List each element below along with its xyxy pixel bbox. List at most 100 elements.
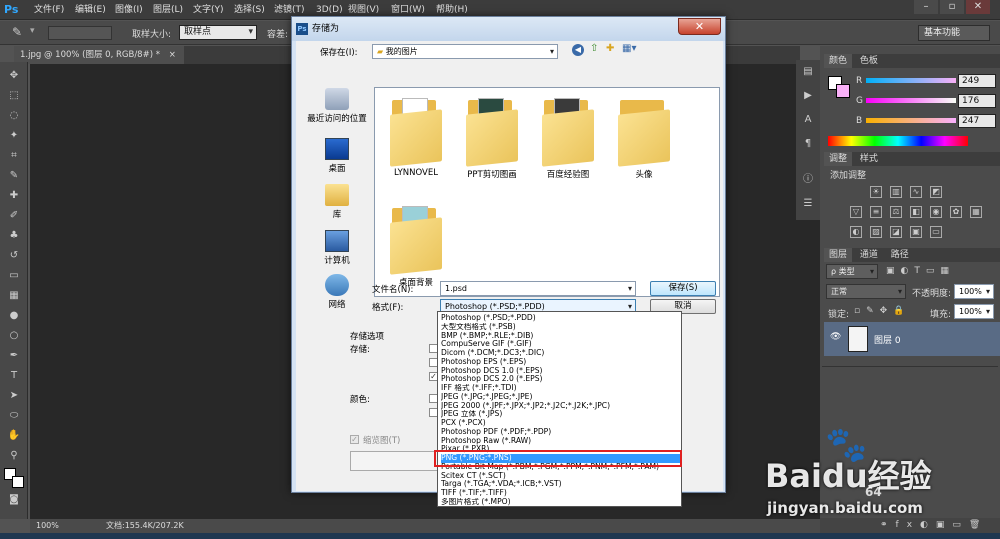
format-option[interactable]: PCX (*.PCX) [441,419,681,428]
exposure-adjust-icon[interactable]: ◩ [930,186,942,198]
opacity-input[interactable]: 100% [954,284,994,299]
vibrance-adjust-icon[interactable]: ▽ [850,206,862,218]
color-spectrum-bar[interactable] [828,136,968,146]
format-option[interactable]: JPEG (*.JPG;*.JPEG;*.JPE) [441,393,681,402]
balance-adjust-icon[interactable]: ⚖ [890,206,902,218]
blur-tool-icon[interactable]: ● [6,308,22,324]
dodge-tool-icon[interactable]: ○ [6,328,22,344]
format-option[interactable]: Photoshop PDF (*.PDF;*.PDP) [441,428,681,437]
menu-filter[interactable]: 滤镜(T) [274,4,305,16]
folder-item[interactable]: 头像 [609,96,679,186]
format-option[interactable]: BMP (*.BMP;*.RLE;*.DIB) [441,332,681,341]
levels-adjust-icon[interactable]: ▥ [890,186,902,198]
photo-filter-icon[interactable]: ◉ [930,206,942,218]
brush-tool-icon[interactable]: ✐ [6,208,22,224]
g-channel-slider[interactable] [866,98,956,103]
info-panel-icon[interactable]: ⓘ [800,172,816,188]
tab-swatches[interactable]: 色板 [855,54,883,68]
menu-help[interactable]: 帮助(H) [436,4,468,16]
stamp-tool-icon[interactable]: ♣ [6,228,22,244]
tab-color[interactable]: 颜色 [824,54,853,68]
properties-panel-icon[interactable]: ☰ [800,196,816,212]
character-panel-icon[interactable]: A [800,112,816,128]
lookup-adjust-icon[interactable]: ▦ [970,206,982,218]
tool-mode-buttons[interactable] [48,26,112,40]
b-channel-slider[interactable] [866,118,956,123]
move-tool-icon[interactable]: ✥ [6,68,22,84]
marquee-tool-icon[interactable]: ⬚ [6,88,22,104]
save-button[interactable]: 保存(S) [650,281,716,296]
gradient-tool-icon[interactable]: ▦ [6,288,22,304]
format-option[interactable]: Photoshop EPS (*.EPS) [441,358,681,367]
tab-channels[interactable]: 通道 [855,248,883,262]
blend-mode-select[interactable]: 正常 [826,284,906,299]
layer-filter-icons[interactable]: ▣◐T▭▦ [886,266,955,276]
menu-view[interactable]: 视图(V) [348,4,379,16]
format-option[interactable]: JPEG 2000 (*.JPF;*.JPX;*.JP2;*.J2C;*.J2K… [441,402,681,411]
r-channel-slider[interactable] [866,78,956,83]
menu-3d[interactable]: 3D(D) [316,4,343,16]
menu-window[interactable]: 窗口(W) [391,4,425,16]
menu-layer[interactable]: 图层(L) [153,4,183,16]
place-library[interactable]: 库 [304,184,370,229]
folder-item[interactable]: LYNNOVEL [381,96,451,186]
tab-styles[interactable]: 样式 [855,152,883,166]
layer-name[interactable]: 图层 0 [874,333,901,346]
eye-icon[interactable]: 👁 [830,332,841,342]
menu-image[interactable]: 图像(I) [115,4,143,16]
format-option[interactable]: Photoshop DCS 2.0 (*.EPS) [441,375,681,384]
sample-size-select[interactable]: 取样点 [179,25,257,40]
format-dropdown-list[interactable]: Photoshop (*.PSD;*.PDD) 大型文档格式 (*.PSB) BMP… [437,311,682,507]
format-option[interactable]: Photoshop Raw (*.RAW) [441,437,681,446]
format-option[interactable]: Photoshop DCS 1.0 (*.EPS) [441,367,681,376]
window-minimize-button[interactable]: – [914,0,938,14]
brightness-adjust-icon[interactable]: ☀ [870,186,882,198]
place-recent[interactable]: 最近访问的位置 [304,88,370,133]
tab-paths[interactable]: 路径 [886,248,914,262]
r-channel-value[interactable]: 249 [958,74,996,88]
quick-mask-icon[interactable]: ◙ [6,492,22,508]
crop-tool-icon[interactable]: ⌗ [6,148,22,164]
zoom-tool-icon[interactable]: ⚲ [6,448,22,464]
format-option[interactable]: CompuServe GIF (*.GIF) [441,340,681,349]
layer-row[interactable]: 👁 图层 0 [824,322,1000,356]
filename-input[interactable]: 1.psd [440,281,636,296]
format-option[interactable]: 多图片格式 (*.MPO) [441,498,681,507]
format-option[interactable]: Targa (*.TGA;*.VDA;*.ICB;*.VST) [441,480,681,489]
threshold-adjust-icon[interactable]: ◪ [890,226,902,238]
place-computer[interactable]: 计算机 [304,230,370,275]
zoom-level[interactable]: 100% [36,519,59,533]
bw-adjust-icon[interactable]: ◧ [910,206,922,218]
mixer-adjust-icon[interactable]: ✿ [950,206,962,218]
tab-layers[interactable]: 图层 [824,248,853,262]
type-tool-icon[interactable]: T [6,368,22,384]
healing-tool-icon[interactable]: ✚ [6,188,22,204]
history-brush-icon[interactable]: ↺ [6,248,22,264]
gradient-map-icon[interactable]: ▭ [930,226,942,238]
posterize-adjust-icon[interactable]: ▨ [870,226,882,238]
document-tab[interactable]: 1.jpg @ 100% (图层 0, RGB/8#) * × [14,46,184,64]
thumbnail-checkbox[interactable]: ✓ [350,435,359,444]
folder-item[interactable]: 百度经验图 [533,96,603,186]
window-restore-button[interactable]: ▫ [940,0,964,14]
lock-icons[interactable]: ▫✎✥🔒 [854,306,910,316]
place-network[interactable]: 网络 [304,274,370,319]
fill-input[interactable]: 100% [954,304,994,319]
dialog-close-button[interactable]: ✕ [678,18,721,35]
eraser-tool-icon[interactable]: ▭ [6,268,22,284]
hand-tool-icon[interactable]: ✋ [6,428,22,444]
chevron-down-icon[interactable]: ▾ [30,26,35,36]
folder-item[interactable]: PPT剪切图画 [457,96,527,186]
format-option[interactable]: TIFF (*.TIF;*.TIFF) [441,489,681,498]
menu-type[interactable]: 文字(Y) [193,4,224,16]
shape-tool-icon[interactable]: ⬭ [6,408,22,424]
lasso-tool-icon[interactable]: ◌ [6,108,22,124]
hue-adjust-icon[interactable]: ≡ [870,206,882,218]
invert-adjust-icon[interactable]: ◐ [850,226,862,238]
back-icon[interactable]: ◀ [572,44,584,56]
format-option[interactable]: 大型文档格式 (*.PSB) [441,323,681,332]
paragraph-panel-icon[interactable]: ¶ [800,136,816,152]
b-channel-value[interactable]: 247 [958,114,996,128]
format-option[interactable]: JPEG 立体 (*.JPS) [441,410,681,419]
save-in-select[interactable]: ▰ 我的图片 [372,44,558,59]
